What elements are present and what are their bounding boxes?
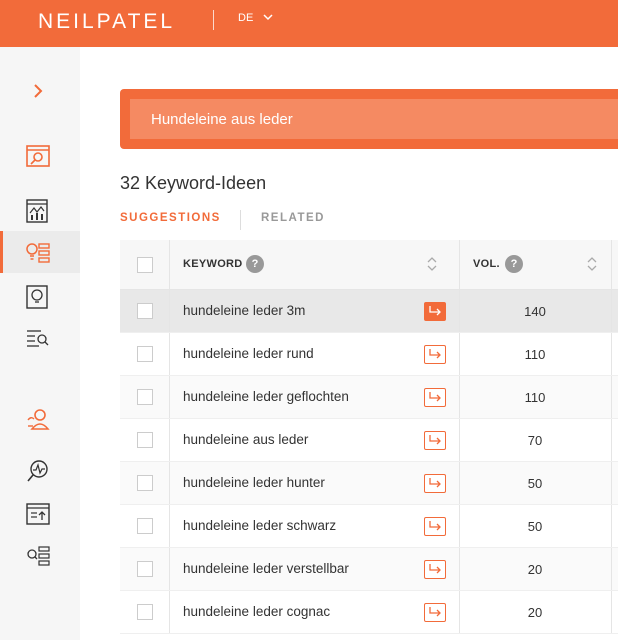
keyword-ideas-icon: [26, 243, 50, 263]
help-icon[interactable]: ?: [246, 255, 264, 273]
open-keyword-button[interactable]: [424, 302, 446, 321]
row-checkbox[interactable]: [137, 346, 153, 362]
header-volume-cell[interactable]: VOL. ?: [460, 240, 612, 289]
list-search-icon: [27, 546, 50, 566]
header-keyword-cell[interactable]: KEYWORD ?: [170, 240, 460, 289]
logo[interactable]: NEILPATEL: [38, 10, 175, 34]
row-checkbox[interactable]: [137, 389, 153, 405]
keyword-search-input[interactable]: [130, 99, 618, 139]
table-row[interactable]: hundeleine leder geflochten 110: [120, 376, 618, 419]
rank-tracker-icon: [26, 503, 50, 525]
site-audit-icon: [27, 460, 48, 482]
sidebar: [0, 47, 80, 640]
sort-icon[interactable]: [426, 255, 438, 273]
keyword-text[interactable]: hundeleine leder geflochten: [183, 389, 349, 404]
arrow-turn-icon: [429, 435, 441, 445]
top-bar: NEILPATEL DE: [0, 0, 618, 47]
arrow-turn-icon: [429, 392, 441, 402]
keyword-text[interactable]: hundeleine leder rund: [183, 346, 314, 361]
arrow-turn-icon: [429, 564, 441, 574]
open-keyword-button[interactable]: [424, 388, 446, 407]
traffic-chart-icon: [26, 199, 48, 223]
sidebar-item-rank-tracker[interactable]: [0, 493, 80, 535]
chevron-down-icon[interactable]: [262, 12, 274, 22]
open-keyword-button[interactable]: [424, 474, 446, 493]
arrow-turn-icon: [429, 607, 441, 617]
content-ideas-icon: [26, 285, 48, 309]
keyword-text[interactable]: hundeleine aus leder: [183, 432, 308, 447]
row-checkbox[interactable]: [137, 604, 153, 620]
open-keyword-button[interactable]: [424, 517, 446, 536]
volume-value: 110: [524, 390, 546, 405]
backlinks-icon: [27, 330, 49, 347]
results-count: 32 Keyword-Ideen: [120, 173, 267, 193]
table-row[interactable]: hundeleine aus leder 70: [120, 419, 618, 462]
table-header: KEYWORD ? VOL. ?: [120, 240, 618, 290]
open-keyword-button[interactable]: [424, 345, 446, 364]
logo-divider: [213, 10, 214, 30]
help-icon[interactable]: ?: [505, 255, 523, 273]
sort-icon[interactable]: [586, 255, 598, 273]
arrow-turn-icon: [429, 306, 441, 316]
volume-value: 50: [527, 519, 543, 534]
keyword-text[interactable]: hundeleine leder 3m: [183, 303, 305, 318]
open-keyword-button[interactable]: [424, 560, 446, 579]
volume-value: 50: [527, 476, 543, 491]
sidebar-item-content-ideas[interactable]: [0, 275, 80, 317]
tab-suggestions[interactable]: SUGGESTIONS: [120, 212, 221, 224]
keyword-text[interactable]: hundeleine leder verstellbar: [183, 561, 349, 576]
open-keyword-button[interactable]: [424, 603, 446, 622]
keyword-table: KEYWORD ? VOL. ? hundeleine leder 3m 140…: [120, 240, 618, 634]
volume-value: 20: [527, 605, 543, 620]
arrow-turn-icon: [429, 521, 441, 531]
sidebar-item-site-audit[interactable]: [0, 449, 80, 491]
sidebar-item-backlinks[interactable]: [0, 317, 80, 359]
keyword-text[interactable]: hundeleine leder cognac: [183, 604, 330, 619]
main-content: 32 Keyword-Ideen SUGGESTIONS RELATED KEY…: [80, 47, 618, 640]
sidebar-item-users[interactable]: [0, 397, 80, 439]
sidebar-item-seo-analyzer[interactable]: [0, 135, 80, 177]
row-checkbox[interactable]: [137, 432, 153, 448]
row-checkbox[interactable]: [137, 475, 153, 491]
seo-analyzer-icon: [26, 145, 50, 167]
table-row[interactable]: hundeleine leder verstellbar 20: [120, 548, 618, 591]
sidebar-item-keyword-ideas[interactable]: [0, 231, 80, 273]
sidebar-item-traffic[interactable]: [0, 189, 80, 231]
chevron-right-icon[interactable]: [28, 81, 48, 101]
tab-divider: [240, 210, 241, 230]
table-row[interactable]: hundeleine leder hunter 50: [120, 462, 618, 505]
language-selector[interactable]: DE: [238, 12, 253, 24]
users-icon: [27, 409, 50, 430]
select-all-checkbox[interactable]: [137, 256, 153, 273]
volume-value: 70: [527, 433, 543, 448]
row-checkbox[interactable]: [137, 561, 153, 577]
table-row[interactable]: hundeleine leder schwarz 50: [120, 505, 618, 548]
header-check-cell: [120, 240, 170, 289]
arrow-turn-icon: [429, 478, 441, 488]
table-row[interactable]: hundeleine leder cognac 20: [120, 591, 618, 634]
open-keyword-button[interactable]: [424, 431, 446, 450]
keyword-text[interactable]: hundeleine leder hunter: [183, 475, 325, 490]
volume-value: 140: [524, 304, 546, 319]
table-row[interactable]: hundeleine leder rund 110: [120, 333, 618, 376]
volume-value: 20: [527, 562, 543, 577]
volume-column-header: VOL.: [473, 258, 500, 270]
table-row[interactable]: hundeleine leder 3m 140: [120, 290, 618, 333]
sidebar-item-list-search[interactable]: [0, 535, 80, 577]
arrow-turn-icon: [429, 349, 441, 359]
search-bar: [120, 89, 618, 149]
row-checkbox[interactable]: [137, 518, 153, 534]
tab-related[interactable]: RELATED: [261, 212, 325, 224]
row-checkbox[interactable]: [137, 303, 153, 319]
keyword-column-header: KEYWORD: [183, 258, 243, 270]
volume-value: 110: [524, 347, 546, 362]
keyword-text[interactable]: hundeleine leder schwarz: [183, 518, 336, 533]
